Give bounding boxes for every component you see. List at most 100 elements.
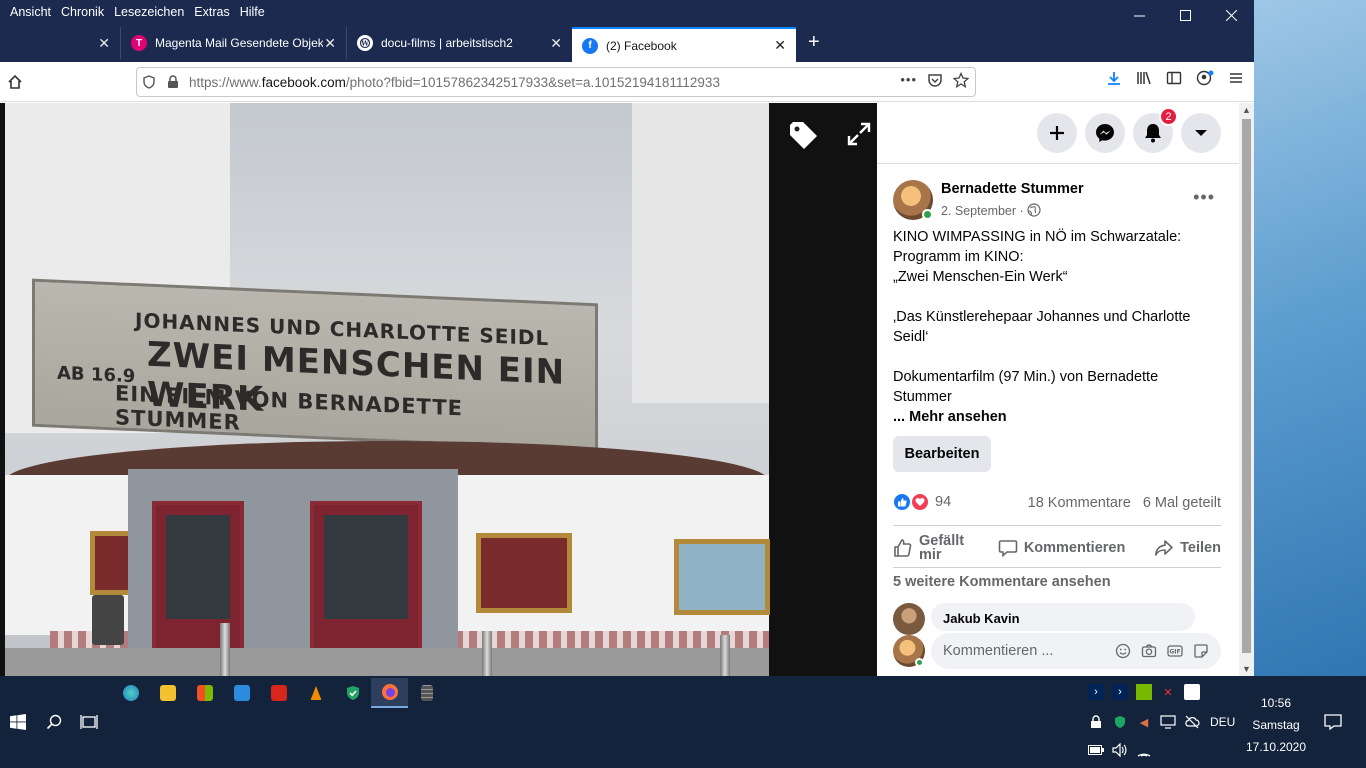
scrollbar-thumb[interactable] bbox=[1242, 119, 1251, 653]
tab-close-icon[interactable]: ✕ bbox=[550, 35, 562, 52]
task-view-button[interactable] bbox=[80, 714, 98, 733]
page-actions-button[interactable]: ••• bbox=[900, 72, 917, 91]
powershell-icon[interactable]: › bbox=[1088, 684, 1104, 700]
library-icon[interactable] bbox=[1136, 70, 1152, 89]
search-button[interactable] bbox=[46, 714, 62, 733]
like-button[interactable]: Gefällt mir bbox=[893, 534, 969, 562]
account-menu-button[interactable] bbox=[1181, 113, 1221, 153]
system-clock[interactable]: 10:56 Samstag 17.10.2020 bbox=[1240, 692, 1312, 758]
post-date[interactable]: 2. September bbox=[941, 204, 1016, 218]
post-date-row: 2. September · bbox=[941, 203, 1041, 218]
display-icon[interactable] bbox=[1160, 714, 1176, 730]
edit-button[interactable]: Bearbeiten bbox=[893, 436, 991, 472]
network-disabled-icon[interactable]: ✕ bbox=[1160, 684, 1176, 700]
toolbar-right bbox=[1106, 70, 1244, 89]
wifi-icon[interactable] bbox=[1136, 742, 1152, 758]
comment-input[interactable]: Kommentieren ... bbox=[943, 643, 1115, 659]
camera-icon[interactable] bbox=[1141, 643, 1157, 659]
taskbar-app-acrobat[interactable] bbox=[260, 678, 297, 708]
taskbar-app-firefox[interactable] bbox=[371, 678, 408, 708]
commenter-avatar[interactable] bbox=[893, 603, 925, 635]
gif-icon[interactable]: GIF bbox=[1167, 643, 1183, 659]
tag-icon[interactable] bbox=[788, 121, 820, 154]
battery-icon[interactable] bbox=[1088, 742, 1104, 758]
engagement-counts: 18 Kommentare 6 Mal geteilt bbox=[1028, 495, 1221, 511]
home-button[interactable] bbox=[0, 74, 30, 90]
menu-hilfe[interactable]: Hilfe bbox=[235, 5, 270, 19]
photo-bin bbox=[92, 595, 124, 645]
terminal-icon[interactable]: › bbox=[1112, 684, 1128, 700]
notifications-button[interactable]: 2 bbox=[1133, 107, 1178, 153]
tray-row-3 bbox=[1088, 742, 1152, 758]
tab-docu-films[interactable]: W docu-films | arbeitstisch2 ✕ bbox=[346, 27, 572, 59]
tab-close-icon[interactable]: ✕ bbox=[324, 35, 336, 52]
start-button[interactable] bbox=[10, 714, 26, 733]
shield-icon[interactable] bbox=[137, 75, 161, 89]
action-center-button[interactable] bbox=[1324, 714, 1342, 733]
share-button[interactable]: Teilen bbox=[1154, 538, 1221, 558]
taskbar-app-edge[interactable] bbox=[112, 678, 149, 708]
comment-button[interactable]: Kommentieren bbox=[998, 538, 1125, 558]
fullscreen-icon[interactable] bbox=[846, 121, 872, 154]
taskbar-apps bbox=[112, 678, 445, 708]
see-more-link[interactable]: ... Mehr ansehen bbox=[893, 407, 1213, 427]
account-icon[interactable] bbox=[1196, 70, 1214, 89]
app-menu-icon[interactable] bbox=[1228, 70, 1244, 89]
taskbar-app-vlc[interactable] bbox=[297, 678, 334, 708]
view-more-comments-link[interactable]: 5 weitere Kommentare ansehen bbox=[893, 574, 1111, 590]
page-scrollbar[interactable]: ▲ ▼ bbox=[1239, 103, 1254, 676]
tab-magenta-mail[interactable]: T Magenta Mail Gesendete Objekte ✕ bbox=[120, 27, 346, 59]
url-bar[interactable]: https://www.facebook.com/photo?fbid=1015… bbox=[136, 67, 976, 97]
notification-badge: 2 bbox=[1159, 107, 1178, 126]
tab-close-icon[interactable]: ✕ bbox=[98, 35, 110, 52]
menu-extras[interactable]: Extras bbox=[189, 5, 234, 19]
taskbar-app-store[interactable] bbox=[186, 678, 223, 708]
url-text[interactable]: https://www.facebook.com/photo?fbid=1015… bbox=[189, 75, 720, 90]
notification-icon bbox=[1324, 714, 1342, 731]
cloud-offline-icon[interactable] bbox=[1184, 714, 1200, 730]
composer-tools: GIF bbox=[1115, 643, 1209, 659]
tab-close-icon[interactable]: ✕ bbox=[774, 37, 786, 54]
taskbar-app-security[interactable] bbox=[334, 678, 371, 708]
nvidia-icon[interactable] bbox=[1136, 684, 1152, 700]
speaker-muted-icon[interactable]: ◀ bbox=[1136, 714, 1152, 730]
scroll-down-arrow-icon[interactable]: ▼ bbox=[1242, 664, 1251, 674]
create-button[interactable] bbox=[1037, 113, 1077, 153]
calculator-icon bbox=[420, 685, 433, 701]
security-check-icon[interactable] bbox=[1112, 714, 1128, 730]
post-options-button[interactable]: ••• bbox=[1193, 187, 1215, 208]
taskbar-app-mail[interactable] bbox=[223, 678, 260, 708]
sidebar-icon[interactable] bbox=[1166, 70, 1182, 89]
bookmark-star-icon[interactable] bbox=[952, 71, 970, 91]
taskbar-app-calculator[interactable] bbox=[408, 678, 445, 708]
menu-lesezeichen[interactable]: Lesezeichen bbox=[109, 5, 189, 19]
comments-count-link[interactable]: 18 Kommentare bbox=[1028, 495, 1131, 511]
author-name[interactable]: Bernadette Stummer bbox=[941, 181, 1084, 197]
pocket-icon[interactable] bbox=[927, 72, 943, 91]
defender-icon[interactable] bbox=[1184, 684, 1200, 700]
facebook-header-buttons: 2 bbox=[1037, 107, 1221, 153]
sticker-icon[interactable] bbox=[1193, 643, 1209, 659]
scroll-up-arrow-icon[interactable]: ▲ bbox=[1242, 105, 1251, 115]
lock-icon[interactable] bbox=[161, 75, 185, 89]
volume-icon[interactable] bbox=[1112, 742, 1128, 758]
messenger-button[interactable] bbox=[1085, 113, 1125, 153]
tab-facebook[interactable]: f (2) Facebook ✕ bbox=[572, 27, 796, 62]
taskbar-app-explorer[interactable] bbox=[149, 678, 186, 708]
new-tab-button[interactable]: + bbox=[796, 31, 832, 54]
language-indicator[interactable]: DEU bbox=[1210, 715, 1235, 729]
shares-count-link[interactable]: 6 Mal geteilt bbox=[1143, 495, 1221, 511]
tab-previous[interactable]: ✕ bbox=[0, 27, 120, 59]
post-line-blank bbox=[893, 287, 1213, 307]
commenter-name[interactable]: Jakub Kavin bbox=[943, 611, 1020, 626]
menu-chronik[interactable]: Chronik bbox=[56, 5, 109, 19]
reactions-summary[interactable]: 94 bbox=[893, 493, 951, 511]
emoji-icon[interactable] bbox=[1115, 643, 1131, 659]
usb-lock-icon[interactable] bbox=[1088, 714, 1104, 730]
comment-icon bbox=[998, 540, 1018, 558]
menu-ansicht[interactable]: Ansicht bbox=[0, 5, 56, 19]
downloads-icon[interactable] bbox=[1106, 70, 1122, 89]
facebook-favicon-icon: f bbox=[582, 37, 598, 54]
comment-composer[interactable]: Kommentieren ... GIF bbox=[931, 633, 1221, 669]
mail-icon bbox=[233, 685, 250, 701]
